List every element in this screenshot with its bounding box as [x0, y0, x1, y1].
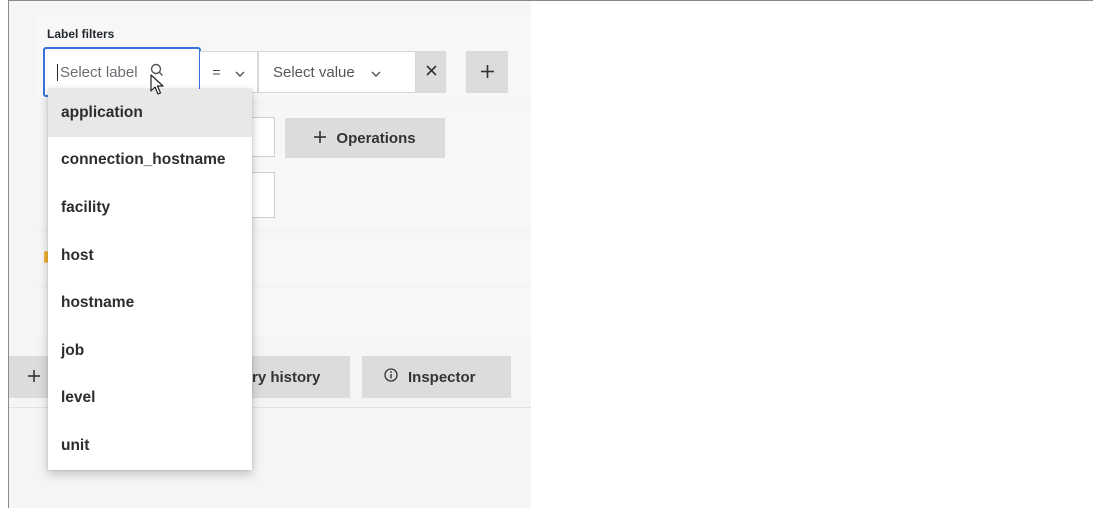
add-operations-button[interactable]: Operations [285, 118, 445, 158]
chevron-down-icon [371, 64, 381, 81]
label-select-placeholder: Select label [57, 63, 138, 81]
label-filters-title: Label filters [47, 27, 115, 41]
add-filter-button[interactable] [466, 51, 508, 93]
inspector-label: Inspector [408, 368, 476, 386]
chevron-down-icon [235, 64, 245, 80]
plus-icon [28, 369, 40, 386]
info-icon [384, 368, 398, 386]
close-icon [425, 63, 437, 81]
mouse-cursor-icon [150, 74, 166, 101]
plus-icon [480, 61, 494, 84]
dropdown-option-job[interactable]: job [48, 327, 252, 375]
value-select-input[interactable]: Select value [258, 51, 416, 93]
plus-icon [314, 130, 327, 147]
label-dropdown-menu: application connection_hostname facility… [48, 89, 252, 470]
dropdown-option-connection-hostname[interactable]: connection_hostname [48, 137, 252, 185]
inspector-button[interactable]: Inspector [362, 356, 511, 398]
operations-label: Operations [336, 129, 416, 147]
dropdown-option-host[interactable]: host [48, 232, 252, 280]
query-history-label: ry history [252, 368, 321, 386]
dropdown-option-hostname[interactable]: hostname [48, 279, 252, 327]
value-select-placeholder: Select value [273, 63, 355, 81]
operator-value: = [212, 64, 221, 80]
remove-filter-button[interactable] [416, 51, 446, 93]
dropdown-option-level[interactable]: level [48, 375, 252, 423]
dropdown-option-unit[interactable]: unit [48, 422, 252, 470]
dropdown-option-facility[interactable]: facility [48, 184, 252, 232]
operator-select[interactable]: = [200, 51, 258, 93]
